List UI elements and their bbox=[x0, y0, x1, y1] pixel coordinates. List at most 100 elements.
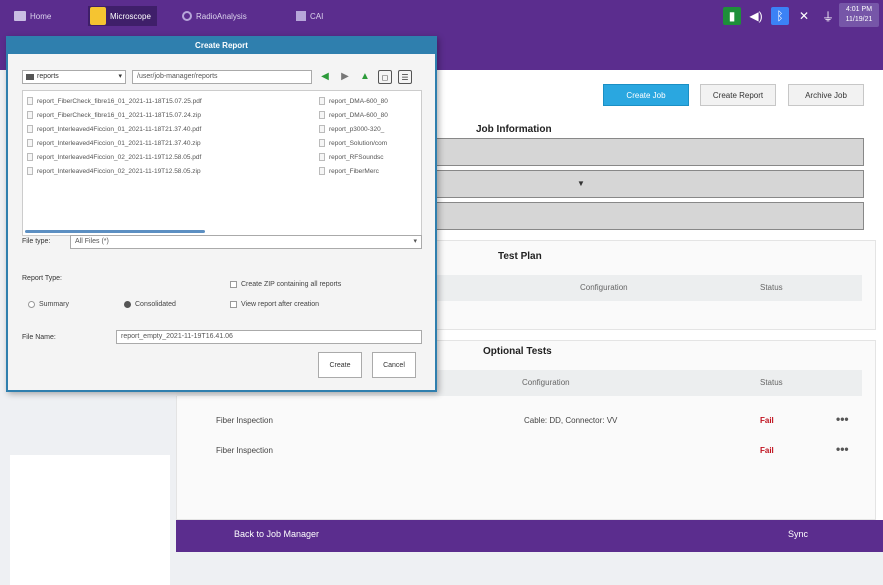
test-plan-title: Test Plan bbox=[498, 251, 542, 262]
list-item[interactable]: report_RFSoundsc bbox=[319, 153, 384, 161]
back-to-job-manager-button[interactable]: Back to Job Manager bbox=[234, 529, 319, 539]
test-name: Fiber Inspection bbox=[216, 416, 273, 425]
file-name: report_DMA-600_80 bbox=[329, 97, 388, 105]
test-plan-config-header: Configuration bbox=[580, 283, 628, 292]
file-icon bbox=[27, 167, 33, 175]
microscope-icon bbox=[90, 7, 106, 25]
file-name: report_p3000-320_ bbox=[329, 125, 385, 133]
location-select[interactable]: reports ▾ bbox=[22, 70, 126, 84]
left-card bbox=[10, 455, 170, 585]
optional-tests-title: Optional Tests bbox=[483, 346, 552, 357]
tab-cai-label: CAI bbox=[310, 11, 324, 21]
file-name-field[interactable]: report_empty_2021-11-19T16.41.06 bbox=[116, 330, 422, 344]
file-name-label: File Name: bbox=[22, 334, 56, 341]
horizontal-scrollbar[interactable] bbox=[25, 230, 205, 233]
summary-label: Summary bbox=[39, 301, 69, 308]
list-item[interactable]: report_Interleaved4Ficcion_01_2021-11-18… bbox=[27, 125, 201, 133]
list-item[interactable]: report_p3000-320_ bbox=[319, 125, 384, 133]
view-report-checkbox[interactable]: View report after creation bbox=[230, 301, 319, 308]
checkbox-icon bbox=[230, 301, 237, 308]
list-item[interactable]: report_FiberCheck_fibre16_01_2021-11-18T… bbox=[27, 97, 202, 105]
tools-icon[interactable]: ✕ bbox=[795, 7, 813, 25]
list-item[interactable]: report_Interleaved4Ficcion_02_2021-11-19… bbox=[27, 153, 201, 161]
consolidated-radio[interactable]: Consolidated bbox=[124, 301, 176, 308]
sync-button[interactable]: Sync bbox=[788, 529, 808, 539]
table-row[interactable]: Fiber Inspection Cable: DD, Connector: V… bbox=[176, 408, 876, 436]
list-item[interactable]: report_FiberMerc bbox=[319, 167, 379, 175]
test-plan-status-header: Status bbox=[760, 283, 783, 292]
list-item[interactable]: report_Interleaved4Ficcion_01_2021-11-18… bbox=[27, 139, 201, 147]
list-item[interactable]: report_Solution/com bbox=[319, 139, 387, 147]
test-status: Fail bbox=[760, 446, 774, 455]
volume-icon[interactable]: ◀) bbox=[747, 7, 765, 25]
file-name: report_DMA-600_80 bbox=[329, 111, 388, 119]
job-information-title: Job Information bbox=[476, 124, 552, 135]
create-report-dialog: Create Report reports ▾ /user/job-manage… bbox=[6, 36, 437, 392]
dialog-title: Create Report bbox=[8, 38, 435, 54]
archive-job-button[interactable]: Archive Job bbox=[788, 84, 864, 106]
file-icon bbox=[27, 97, 33, 105]
path-field[interactable]: /user/job-manager/reports bbox=[132, 70, 312, 84]
tab-cai[interactable]: CAI bbox=[296, 6, 323, 26]
create-button[interactable]: Create bbox=[318, 352, 362, 378]
file-icon bbox=[319, 167, 325, 175]
create-job-button[interactable]: Create Job bbox=[603, 84, 689, 106]
back-arrow-icon[interactable]: ◀ bbox=[318, 70, 332, 84]
tab-microscope[interactable]: Microscope bbox=[88, 6, 157, 26]
file-icon bbox=[27, 111, 33, 119]
file-name: report_FiberCheck_fibre16_01_2021-11-18T… bbox=[37, 97, 202, 105]
file-name: report_Interleaved4Ficcion_01_2021-11-18… bbox=[37, 139, 201, 147]
list-item[interactable]: report_FiberCheck_fibre16_01_2021-11-18T… bbox=[27, 111, 201, 119]
file-name: report_RFSoundsc bbox=[329, 153, 384, 161]
test-configuration: Cable: DD, Connector: VV bbox=[524, 416, 618, 425]
tab-home-label: Home bbox=[30, 11, 52, 21]
tab-microscope-label: Microscope bbox=[110, 11, 151, 21]
radio-selected-icon bbox=[124, 301, 131, 308]
cancel-button[interactable]: Cancel bbox=[372, 352, 416, 378]
file-type-select[interactable]: All Files (*) ▾ bbox=[70, 235, 422, 249]
optional-tests-status-header: Status bbox=[760, 378, 783, 387]
nav-icons: ◀ ▶ ▲ ◻ ☰ bbox=[318, 70, 412, 84]
file-icon bbox=[27, 139, 33, 147]
file-name: report_FiberMerc bbox=[329, 167, 379, 175]
forward-arrow-icon[interactable]: ▶ bbox=[338, 70, 352, 84]
test-status: Fail bbox=[760, 416, 774, 425]
file-name: report_Interleaved4Ficcion_01_2021-11-18… bbox=[37, 125, 202, 133]
clock-time: 4:01 PM bbox=[845, 6, 873, 13]
cai-icon bbox=[296, 11, 306, 21]
file-list[interactable]: report_FiberCheck_fibre16_01_2021-11-18T… bbox=[22, 90, 422, 236]
more-options-icon[interactable]: ••• bbox=[836, 442, 849, 456]
battery-icon[interactable]: ▮ bbox=[723, 7, 741, 25]
table-row[interactable]: Fiber Inspection Fail ••• bbox=[176, 438, 876, 466]
status-icons: ▮ ◀) ᛒ ✕ ⏚ bbox=[723, 7, 837, 25]
file-type-value: All Files (*) bbox=[75, 238, 109, 245]
list-item[interactable]: report_DMA-600_80 bbox=[319, 97, 388, 105]
tab-radioanalysis[interactable]: RadioAnalysis bbox=[182, 6, 247, 26]
file-icon bbox=[319, 97, 325, 105]
new-folder-icon[interactable]: ◻ bbox=[378, 70, 392, 84]
file-name: report_Interleaved4Ficcion_02_2021-11-19… bbox=[37, 153, 202, 161]
folder-icon bbox=[26, 74, 34, 80]
clock: 4:01 PM 11/19/21 bbox=[839, 3, 879, 27]
tab-radioanalysis-label: RadioAnalysis bbox=[196, 11, 247, 21]
create-zip-label: Create ZIP containing all reports bbox=[241, 281, 342, 288]
tab-home[interactable]: Home bbox=[14, 6, 51, 26]
report-type-label: Report Type: bbox=[22, 275, 62, 282]
more-options-icon[interactable]: ••• bbox=[836, 412, 849, 426]
test-name: Fiber Inspection bbox=[216, 446, 273, 455]
list-item[interactable]: report_DMA-600_80 bbox=[319, 111, 388, 119]
file-icon bbox=[319, 111, 325, 119]
usb-icon[interactable]: ⏚ bbox=[819, 7, 837, 25]
file-name: report_Solution/com bbox=[329, 139, 388, 147]
up-arrow-icon[interactable]: ▲ bbox=[358, 70, 372, 84]
path-row: reports ▾ /user/job-manager/reports ◀ ▶ … bbox=[22, 70, 422, 86]
consolidated-label: Consolidated bbox=[135, 301, 176, 308]
create-zip-checkbox[interactable]: Create ZIP containing all reports bbox=[230, 281, 341, 288]
detail-view-icon[interactable]: ☰ bbox=[398, 70, 412, 84]
list-item[interactable]: report_Interleaved4Ficcion_02_2021-11-19… bbox=[27, 167, 201, 175]
bluetooth-icon[interactable]: ᛒ bbox=[771, 7, 789, 25]
summary-radio[interactable]: Summary bbox=[28, 301, 69, 308]
create-report-button[interactable]: Create Report bbox=[700, 84, 776, 106]
radio-icon bbox=[182, 11, 192, 21]
file-name: report_FiberCheck_fibre16_01_2021-11-18T… bbox=[37, 111, 201, 119]
